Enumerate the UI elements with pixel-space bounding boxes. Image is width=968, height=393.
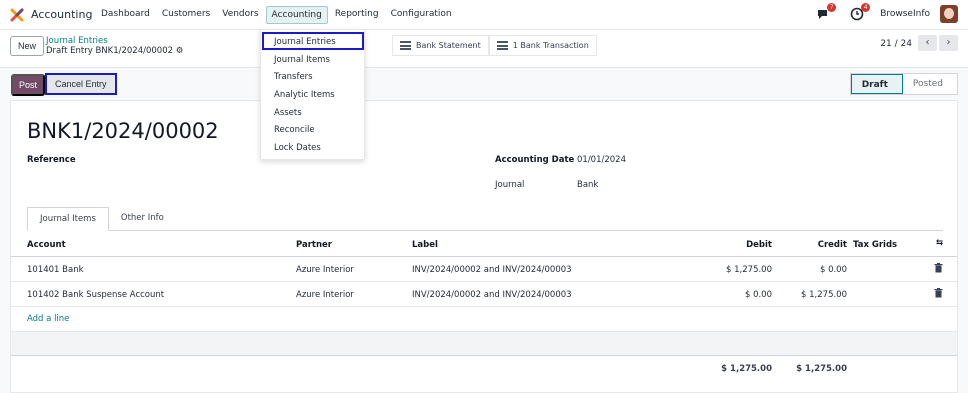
menu-customers[interactable]: Customers: [157, 6, 215, 24]
total-debit: $ 1,275.00: [721, 364, 772, 374]
row-account[interactable]: 101402 Bank Suspense Account: [27, 290, 164, 300]
row-credit[interactable]: $ 1,275.00: [801, 290, 847, 300]
header-tax-grids[interactable]: Tax Grids: [853, 240, 897, 250]
new-button[interactable]: New: [10, 36, 45, 56]
messages-badge: 7: [827, 3, 837, 12]
table-header: Account Partner Label Debit Credit Tax G…: [11, 232, 957, 257]
header-partner[interactable]: Partner: [296, 240, 332, 250]
row-partner[interactable]: Azure Interior: [296, 265, 354, 275]
pager-previous-icon[interactable]: ‹: [918, 35, 937, 51]
dropdown-reconcile[interactable]: Reconcile: [274, 125, 315, 135]
stage-posted[interactable]: Posted: [903, 74, 957, 94]
activity-badge: 4: [861, 3, 871, 12]
column-settings-icon[interactable]: ⇆: [936, 238, 943, 248]
accounting-date-label: Accounting Date: [495, 155, 575, 165]
dropdown-analytic-items[interactable]: Analytic Items: [274, 90, 335, 100]
app-logo-icon[interactable]: [10, 8, 24, 22]
menu-reporting[interactable]: Reporting: [330, 6, 384, 24]
dropdown-journal-entries[interactable]: Journal Entries: [274, 37, 336, 47]
table-row[interactable]: 101402 Bank Suspense Account Azure Inter…: [11, 282, 957, 307]
row-label[interactable]: INV/2024/00002 and INV/2024/00003: [412, 265, 572, 275]
menu-accounting[interactable]: Accounting: [265, 6, 328, 24]
list-icon: [496, 41, 508, 50]
row-label[interactable]: INV/2024/00002 and INV/2024/00003: [412, 290, 572, 300]
menu-vendors[interactable]: Vendors: [217, 6, 263, 24]
control-panel: New Journal Entries Draft Entry BNK1/202…: [0, 30, 968, 68]
app-name[interactable]: Accounting: [31, 8, 92, 21]
status-bar: Post Cancel Entry Draft Posted: [0, 68, 968, 100]
entry-title: BNK1/2024/00002: [27, 119, 219, 143]
accounting-date-field[interactable]: 01/01/2024: [577, 155, 626, 165]
table-row[interactable]: 101401 Bank Azure Interior INV/2024/0000…: [11, 257, 957, 282]
dropdown-lock-dates[interactable]: Lock Dates: [274, 143, 321, 153]
navbar-systray: 7 4 BrowseInfo: [796, 3, 958, 23]
messages-icon[interactable]: 7: [816, 3, 837, 21]
journal-items-table: Account Partner Label Debit Credit Tax G…: [11, 232, 957, 307]
total-credit: $ 1,275.00: [796, 364, 847, 374]
row-credit[interactable]: $ 0.00: [820, 265, 847, 275]
tab-other-info[interactable]: Other Info: [109, 207, 176, 230]
user-avatar[interactable]: [940, 5, 958, 23]
tab-journal-items[interactable]: Journal Items: [27, 207, 109, 231]
reference-label: Reference: [27, 155, 76, 165]
stage-draft[interactable]: Draft: [850, 74, 903, 94]
dropdown-journal-items[interactable]: Journal Items: [274, 55, 330, 65]
breadcrumb-parent[interactable]: Journal Entries: [46, 36, 108, 46]
journal-label: Journal: [495, 180, 525, 190]
pager-value[interactable]: 21 / 24: [880, 39, 912, 49]
trash-icon[interactable]: [934, 263, 943, 276]
breadcrumb-current: Draft Entry BNK1/2024/00002 ⚙: [46, 46, 183, 56]
post-button[interactable]: Post: [11, 74, 46, 96]
status-stages: Draft Posted: [849, 73, 958, 95]
gear-icon[interactable]: ⚙: [176, 46, 184, 56]
bank-statement-button[interactable]: Bank Statement: [392, 35, 489, 56]
list-icon: [400, 41, 411, 50]
dropdown-assets[interactable]: Assets: [274, 108, 302, 118]
trash-icon[interactable]: [934, 288, 943, 301]
top-navbar: Accounting Dashboard Customers Vendors A…: [0, 0, 968, 30]
header-debit[interactable]: Debit: [746, 240, 772, 250]
header-label[interactable]: Label: [412, 240, 438, 250]
smart-buttons: Bank Statement 1 Bank Transaction: [392, 35, 597, 56]
main-menu: Dashboard Customers Vendors Accounting R…: [96, 6, 459, 24]
cancel-entry-button[interactable]: Cancel Entry: [45, 73, 117, 95]
company-name[interactable]: BrowseInfo: [880, 9, 930, 19]
add-line-link[interactable]: Add a line: [27, 314, 69, 324]
journal-field[interactable]: Bank: [577, 180, 598, 190]
dropdown-transfers[interactable]: Transfers: [274, 72, 313, 82]
menu-dashboard[interactable]: Dashboard: [96, 6, 155, 24]
form-sheet: BNK1/2024/00002 Reference Accounting Dat…: [10, 100, 958, 393]
activity-clock-icon[interactable]: 4: [850, 3, 871, 21]
bank-statement-label: Bank Statement: [416, 41, 481, 50]
header-credit[interactable]: Credit: [818, 240, 847, 250]
row-debit[interactable]: $ 1,275.00: [726, 265, 772, 275]
bank-transaction-label: 1 Bank Transaction: [512, 41, 589, 50]
totals-row: $ 1,275.00 $ 1,275.00: [11, 356, 957, 381]
pager-next-icon[interactable]: ›: [939, 35, 958, 51]
menu-configuration[interactable]: Configuration: [386, 6, 457, 24]
header-account[interactable]: Account: [27, 240, 66, 250]
empty-row: [11, 331, 957, 356]
bank-transaction-button[interactable]: 1 Bank Transaction: [488, 35, 597, 56]
breadcrumb-current-label: Draft Entry BNK1/2024/00002: [46, 46, 174, 56]
accounting-dropdown-menu: Journal Entries Journal Items Transfers …: [260, 29, 365, 160]
notebook-tabs: Journal Items Other Info: [27, 207, 943, 231]
row-account[interactable]: 101401 Bank: [27, 265, 84, 275]
row-partner[interactable]: Azure Interior: [296, 290, 354, 300]
row-debit[interactable]: $ 0.00: [745, 290, 772, 300]
